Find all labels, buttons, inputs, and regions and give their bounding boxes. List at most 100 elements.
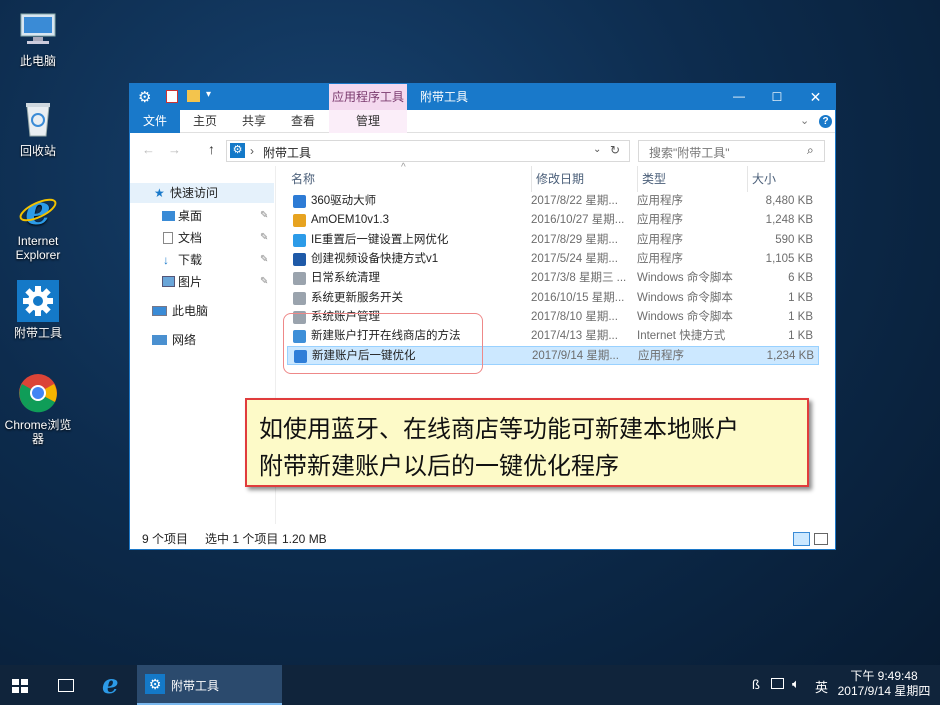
column-header-name[interactable]: 名称 [291,166,526,192]
file-size: 6 KB [788,272,813,285]
file-name: 创建视频设备快捷方式v1 [311,252,439,265]
desktop-icon-label: 附带工具 [13,326,62,340]
minimize-button[interactable]: — [720,84,758,110]
window-title: 附带工具 [420,90,469,104]
search-placeholder: 搜索"附带工具" [649,146,730,160]
search-input[interactable]: 搜索"附带工具" ⌕ [638,140,825,162]
callout-box: 如使用蓝牙、在线商店等功能可新建本地账户 附带新建账户以后的一键优化程序 [245,398,809,487]
nav-network[interactable]: 网络 [130,330,274,350]
file-size: 1 KB [788,291,813,304]
nav-item-pictures[interactable]: 图片 ✎ [130,272,274,292]
file-row[interactable]: 创建视频设备快捷方式v1 2017/5/24 星期... 应用程序 1,105 KB [287,250,819,269]
nav-label: 桌面 [178,209,203,223]
desktop-icon [162,211,175,221]
taskbar-ie-icon[interactable]: e [102,670,119,700]
address-bar[interactable]: ⚙ › 附带工具 ⌄ ↻ [226,140,630,162]
ime-indicator[interactable]: 英 [815,677,828,696]
folder-icon[interactable] [187,90,200,102]
refresh-icon[interactable]: ↻ [610,143,620,157]
nav-item-desktop[interactable]: 桌面 ✎ [130,206,274,226]
file-size: 590 KB [775,233,813,246]
file-name: 系统更新服务开关 [311,291,403,304]
nav-label: 此电脑 [172,304,209,318]
file-type: 应用程序 [637,233,683,246]
column-header-type[interactable]: 类型 [637,166,745,192]
file-date: 2016/10/15 星期... [531,291,625,304]
details-view-icon[interactable] [793,532,810,546]
nav-quick-access[interactable]: ★ 快速访问 [130,183,274,203]
nav-label: 下载 [178,253,203,267]
monitor-icon [17,8,59,50]
document-icon [163,232,173,244]
file-row[interactable]: 360驱动大师 2017/8/22 星期... 应用程序 8,480 KB [287,192,819,211]
item-count: 9 个项目 [142,532,189,546]
star-icon: ★ [154,186,165,200]
chevron-down-icon[interactable]: ⌄ [593,144,601,155]
nav-label: 网络 [172,333,197,347]
up-arrow-icon[interactable]: ↑ [208,141,215,157]
file-date: 2017/5/24 星期... [531,252,618,265]
input-indicator-icon[interactable]: ß [752,677,760,692]
tab-file[interactable]: 文件 [130,110,180,133]
task-view-button[interactable] [58,679,74,692]
tab-share[interactable]: 共享 [230,110,278,133]
file-row[interactable]: 系统更新服务开关 2016/10/15 星期... Windows 命令脚本 1 KB [287,289,819,308]
file-type: 应用程序 [637,195,683,207]
callout-line-2: 附带新建账户以后的一键优化程序 [259,452,619,480]
nav-item-downloads[interactable]: ↓ 下载 ✎ [130,250,274,270]
clock[interactable]: 下午 9:49:48 2017/9/14 星期四 [832,669,936,699]
column-header-date[interactable]: 修改日期 [531,166,635,192]
file-date: 2017/3/8 星期三 ... [531,272,627,285]
clock-date: 2017/9/14 星期四 [837,684,931,698]
maximize-button[interactable]: ☐ [758,84,796,110]
tab-manage[interactable]: 管理 [329,110,407,133]
properties-icon[interactable] [166,90,178,103]
gear-icon: ⚙ [230,143,245,158]
chevron-down-icon[interactable]: ⌄ [800,114,809,127]
desktop-icon-ie[interactable]: e Internet Explorer [0,187,76,262]
file-row[interactable]: AmOEM10v1.3 2016/10/27 星期... 应用程序 1,248 KB [287,211,819,230]
nav-this-pc[interactable]: 此电脑 [130,301,274,321]
title-bar[interactable]: ⚙ ▾ 应用程序工具 附带工具 — ☐ ✕ [130,84,835,110]
desktop-icon-this-pc[interactable]: 此电脑 [0,8,76,68]
tiles-view-icon[interactable] [814,533,828,545]
svg-text:e: e [25,188,50,230]
help-icon[interactable]: ? [819,115,832,128]
file-type: Windows 命令脚本 [637,291,733,304]
forward-arrow-icon[interactable]: → [168,142,181,157]
file-size: 8,480 KB [765,195,813,207]
desktop-icon-chrome[interactable]: Chrome浏览器 [0,372,76,446]
pin-icon: ✎ [260,210,269,221]
desktop-icon-recycle-bin[interactable]: 回收站 [0,98,76,158]
clock-time: 下午 9:49:48 [850,669,918,683]
column-header-size[interactable]: 大小 [747,166,819,192]
selection-highlight-box [283,313,483,374]
internet-explorer-icon: e [17,187,59,234]
nav-label: 文档 [178,231,203,245]
gear-icon: ⚙ [138,89,152,106]
chevron-down-icon[interactable]: ▾ [206,89,211,100]
taskbar-app-tools[interactable]: ⚙ 附带工具 [137,665,282,705]
file-row[interactable]: IE重置后一键设置上网优化 2017/8/29 星期... 应用程序 590 KB [287,231,819,250]
breadcrumb-separator-icon: › [250,144,254,158]
nav-label: 快速访问 [170,186,219,200]
file-name: IE重置后一键设置上网优化 [311,233,449,246]
desktop-icon-tools[interactable]: 附带工具 [0,280,76,340]
search-icon[interactable]: ⌕ [807,143,814,158]
file-size: 1 KB [788,310,813,323]
recycle-bin-icon [17,98,59,140]
volume-icon[interactable]: 🔈︎ [792,676,800,692]
file-date: 2016/10/27 星期... [531,214,625,227]
nav-item-documents[interactable]: 文档 ✎ [130,228,274,248]
close-button[interactable]: ✕ [796,84,835,110]
pin-icon: ✎ [260,276,269,287]
file-row[interactable]: 日常系统清理 2017/3/8 星期三 ... Windows 命令脚本 6 KB [287,269,819,288]
tab-view[interactable]: 查看 [278,110,328,133]
desktop-icon-label: Internet Explorer [15,234,61,262]
file-type: Windows 命令脚本 [637,272,733,285]
network-icon[interactable] [771,678,784,689]
start-button[interactable] [12,679,28,693]
tab-home[interactable]: 主页 [180,110,230,133]
back-arrow-icon[interactable]: ← [142,142,155,157]
breadcrumb[interactable]: 附带工具 [263,144,311,161]
